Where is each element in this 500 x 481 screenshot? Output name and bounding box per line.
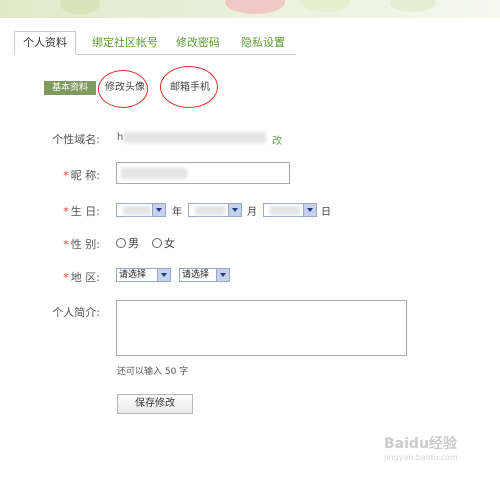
nickname-label: * 昵 称: <box>40 167 100 183</box>
month-unit: 月 <box>247 207 257 218</box>
nickname-label-text: 昵 称: <box>70 169 100 182</box>
tab-personal-info[interactable]: 个人资料 <box>14 31 76 55</box>
top-banner <box>0 0 500 18</box>
city-select-value: 请选择 <box>182 270 210 280</box>
domain-edit-link[interactable]: 改 <box>272 132 282 147</box>
chevron-down-icon <box>303 204 316 216</box>
year-unit: 年 <box>172 207 182 218</box>
annotation-circle <box>160 66 218 108</box>
birth-month-select[interactable] <box>188 203 242 217</box>
required-mark: * <box>63 169 69 182</box>
city-select[interactable]: 请选择 <box>179 268 230 282</box>
banner-decoration <box>60 0 100 14</box>
birthday-label-text: 生 日: <box>70 205 100 218</box>
banner-decoration <box>225 0 285 14</box>
bio-label: 个人简介: <box>52 306 100 319</box>
radio-circle-icon <box>116 238 126 248</box>
gender-female-label: 女 <box>164 237 175 250</box>
province-select-value: 请选择 <box>119 270 147 280</box>
nickname-value <box>121 168 187 179</box>
required-mark: * <box>63 238 69 251</box>
birthday-label: * 生 日: <box>40 203 100 219</box>
nickname-input[interactable] <box>116 162 290 184</box>
birth-day-value <box>270 206 300 215</box>
subtab-basic-info[interactable]: 基本资料 <box>44 81 96 95</box>
birth-month-value <box>195 206 225 215</box>
baidu-watermark-logo: Baidu经验 jingyan.baidu.com <box>384 433 494 463</box>
tab-bind-community[interactable]: 绑定社区帐号 <box>92 32 158 54</box>
watermark-subtext: jingyan.baidu.com <box>384 453 458 462</box>
tab-privacy-settings[interactable]: 隐私设置 <box>241 32 285 54</box>
birth-year-value <box>123 206 151 215</box>
day-unit: 日 <box>321 207 331 218</box>
radio-circle-icon <box>152 238 162 248</box>
domain-value <box>124 132 266 143</box>
bio-textarea[interactable] <box>116 300 407 356</box>
profile-tabs: 个人资料 绑定社区帐号 修改密码 隐私设置 <box>14 31 296 55</box>
bio-remaining-hint: 还可以输入 50 字 <box>117 367 189 377</box>
watermark-text: Baidu经验 <box>384 436 457 452</box>
province-select[interactable]: 请选择 <box>116 268 171 282</box>
annotation-circle <box>98 70 148 108</box>
banner-decoration <box>390 0 436 12</box>
chevron-down-icon <box>228 204 241 216</box>
region-label: * 地 区: <box>40 269 100 285</box>
required-mark: * <box>63 271 69 284</box>
domain-prefix: h <box>117 132 124 143</box>
banner-decoration <box>300 0 350 12</box>
required-mark: * <box>63 205 69 218</box>
tab-change-password[interactable]: 修改密码 <box>176 32 220 54</box>
region-label-text: 地 区: <box>70 271 100 284</box>
gender-label-text: 性 别: <box>70 238 100 251</box>
domain-label: 个性域名: <box>52 133 100 146</box>
chevron-down-icon <box>152 204 165 216</box>
gender-female-radio[interactable]: 女 <box>152 235 175 251</box>
gender-label: * 性 别: <box>40 236 100 252</box>
save-button[interactable]: 保存修改 <box>117 394 193 414</box>
birth-year-select[interactable] <box>116 203 166 217</box>
chevron-down-icon <box>157 269 170 281</box>
chevron-down-icon <box>216 269 229 281</box>
gender-male-radio[interactable]: 男 <box>116 235 139 251</box>
birth-day-select[interactable] <box>263 203 317 217</box>
gender-male-label: 男 <box>128 237 139 250</box>
